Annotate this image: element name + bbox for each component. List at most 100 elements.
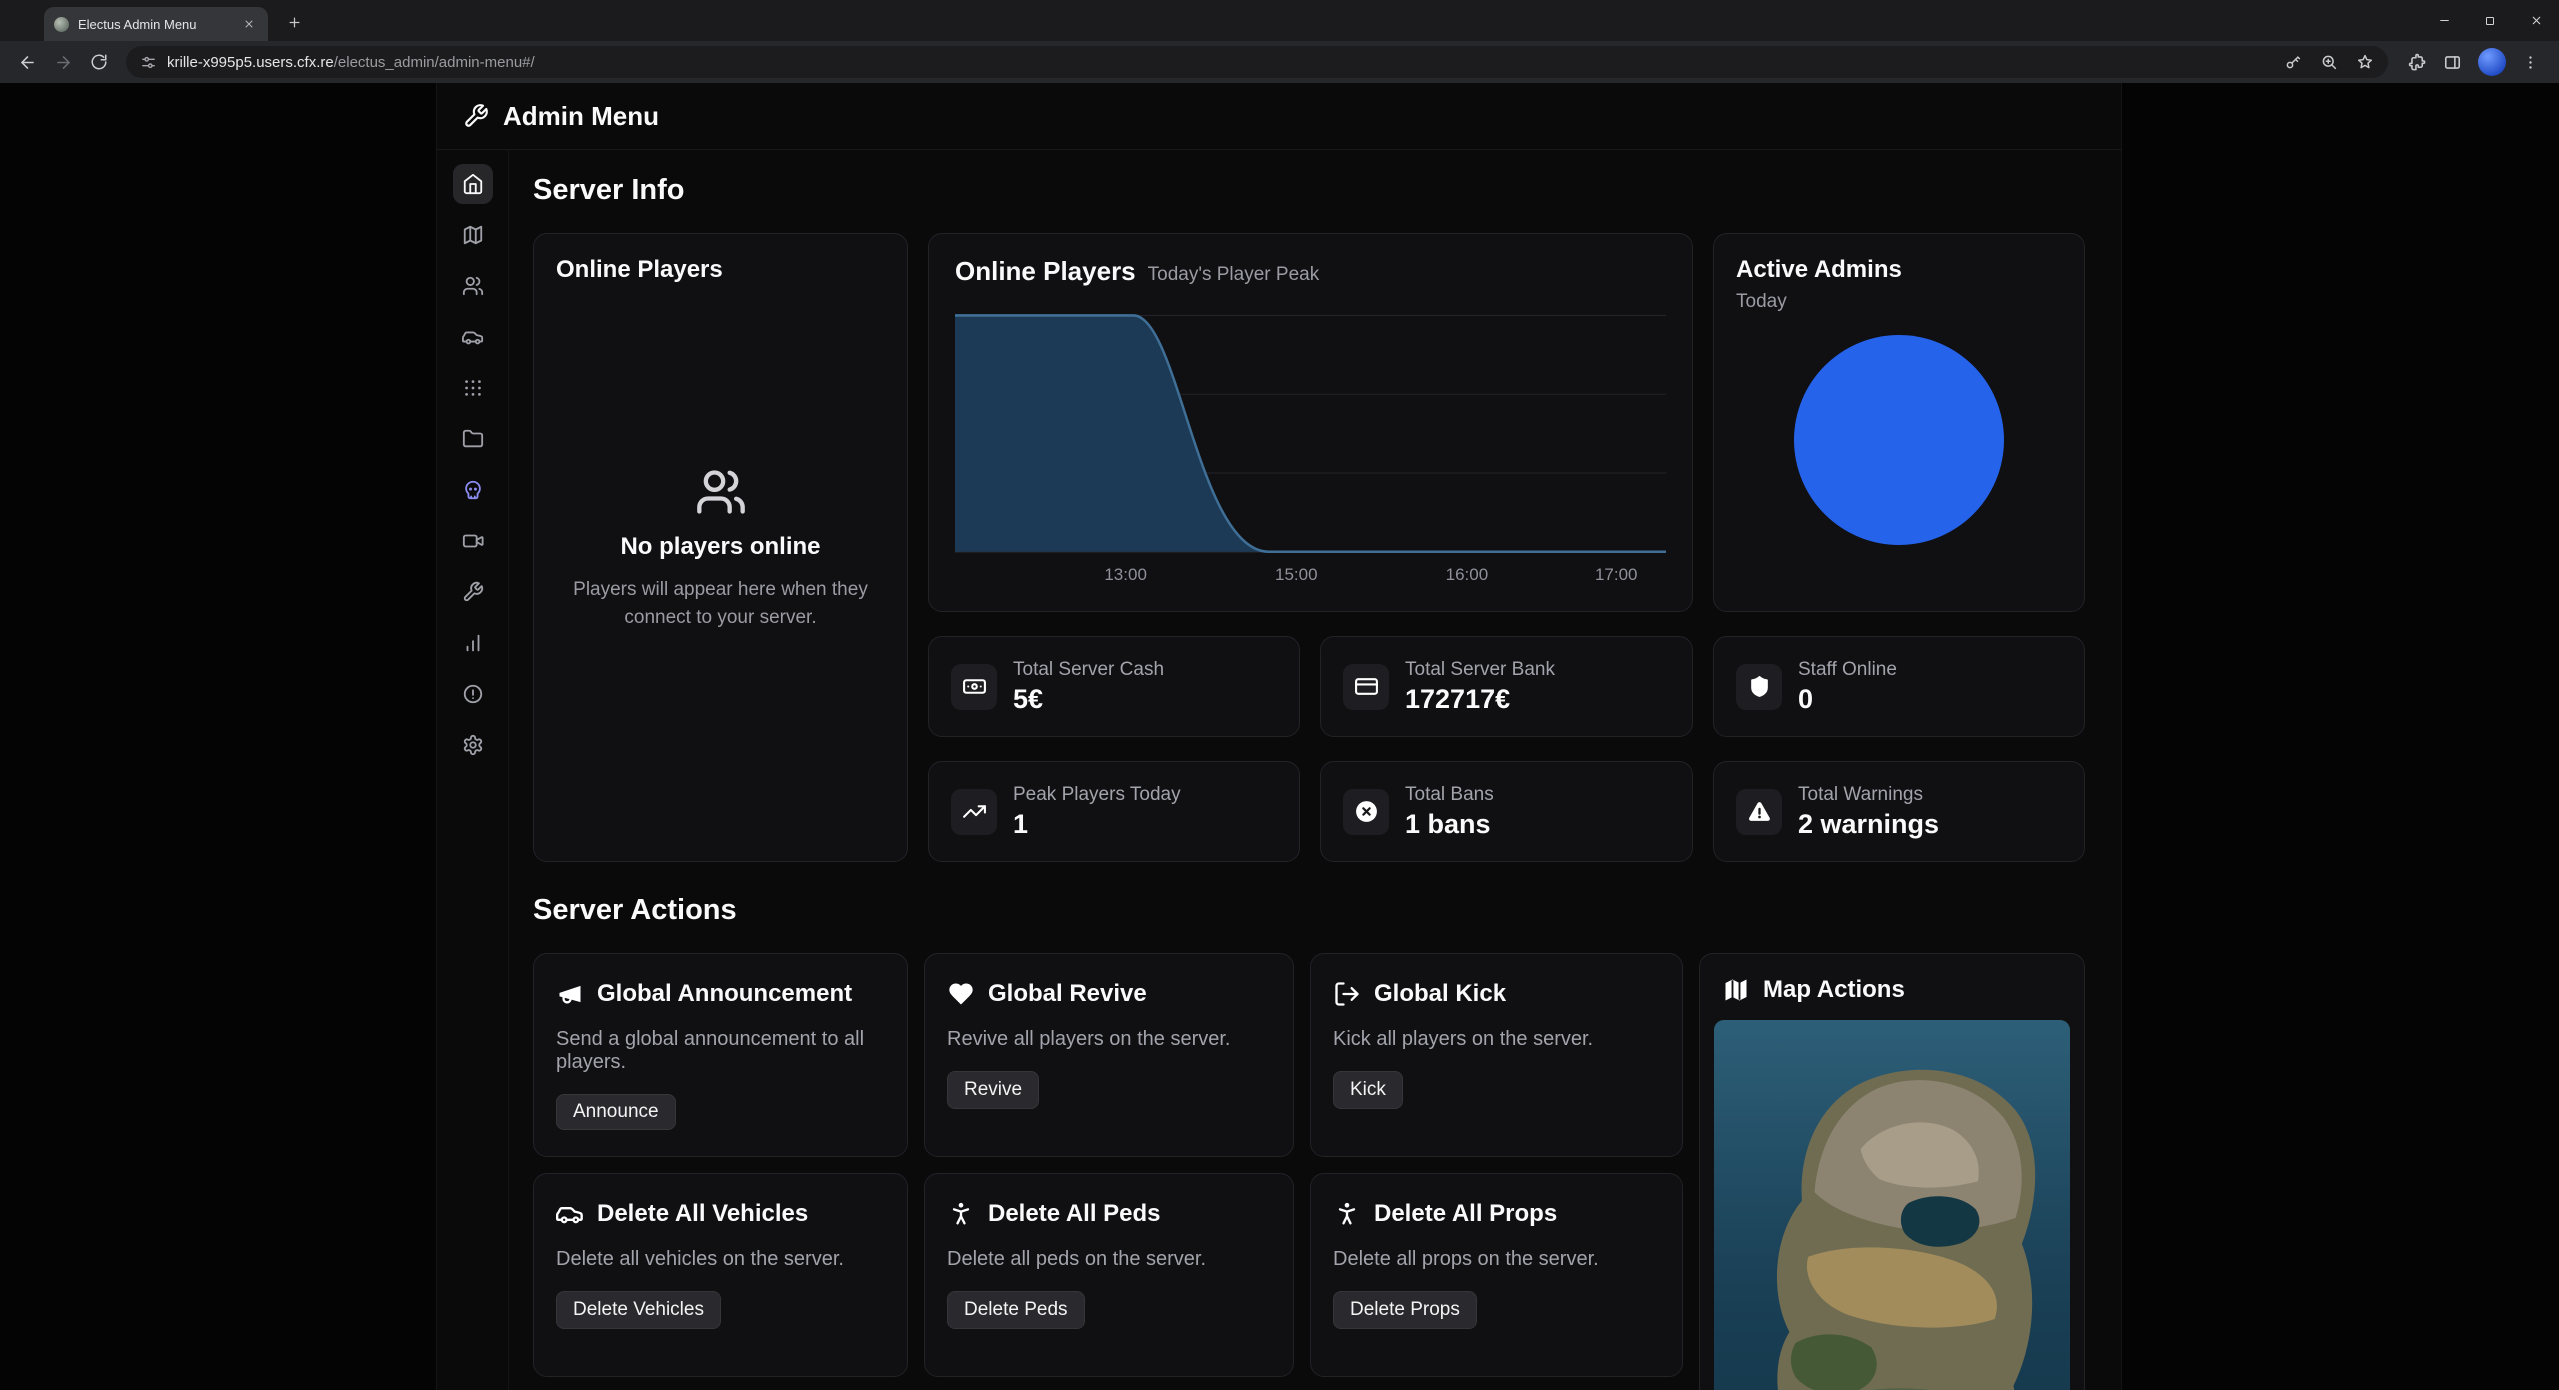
key-icon[interactable] xyxy=(2284,53,2302,71)
tab-favicon-icon xyxy=(54,17,69,32)
x-tick: 15:00 xyxy=(1275,565,1318,585)
profile-avatar[interactable] xyxy=(2478,48,2506,76)
sidebar-camera-button[interactable] xyxy=(453,521,493,561)
sidebar-tools-button[interactable] xyxy=(453,572,493,612)
admin-app: Admin Menu xyxy=(436,83,2122,1390)
person-standing-icon xyxy=(947,1200,975,1228)
delete-props-button[interactable]: Delete Props xyxy=(1333,1291,1477,1329)
map-image[interactable] xyxy=(1714,1020,2070,1390)
server-actions-heading: Server Actions xyxy=(533,894,2085,927)
site-settings-icon[interactable] xyxy=(140,54,157,71)
home-icon xyxy=(462,173,484,195)
action-card-global-announcement: Global Announcement Send a global announ… xyxy=(533,953,908,1157)
action-description: Delete all vehicles on the server. xyxy=(556,1248,844,1271)
page-title: Admin Menu xyxy=(503,101,659,132)
stat-label: Total Warnings xyxy=(1798,784,1939,806)
sidebar-home-button[interactable] xyxy=(453,164,493,204)
forward-icon[interactable] xyxy=(46,45,80,79)
map-icon xyxy=(1722,976,1750,1004)
sidebar-map-button[interactable] xyxy=(453,215,493,255)
empty-state-description: Players will appear here when they conne… xyxy=(571,576,871,631)
sidebar xyxy=(437,150,509,1390)
stat-card-total-server-cash: Total Server Cash 5€ xyxy=(928,636,1300,737)
sidebar-players-button[interactable] xyxy=(453,266,493,306)
car-icon xyxy=(462,326,484,348)
shield-icon xyxy=(1747,674,1772,699)
side-panel-icon[interactable] xyxy=(2443,53,2462,72)
main-content: Server Info Online Players No players on… xyxy=(509,150,2121,1390)
bookmark-star-icon[interactable] xyxy=(2356,53,2374,71)
stat-label: Total Server Bank xyxy=(1405,659,1555,681)
back-icon[interactable] xyxy=(10,45,44,79)
kebab-menu-icon[interactable] xyxy=(2522,54,2539,71)
revive-button[interactable]: Revive xyxy=(947,1071,1039,1109)
stat-value: 1 xyxy=(1013,809,1181,840)
page-background: Admin Menu xyxy=(0,83,2559,1390)
app-body: Server Info Online Players No players on… xyxy=(437,150,2121,1390)
url-domain: krille-x995p5.users.cfx.re xyxy=(167,54,334,71)
window-minimize-button[interactable] xyxy=(2421,0,2467,41)
grid-dots-icon xyxy=(462,377,484,399)
screen: Electus Admin Menu xyxy=(0,0,2559,1390)
area-chart-svg xyxy=(955,303,1666,559)
map-actions-card: Map Actions xyxy=(1699,953,2085,1390)
new-tab-button[interactable] xyxy=(280,8,308,36)
wrench-icon xyxy=(462,581,484,603)
sidebar-files-button[interactable] xyxy=(453,419,493,459)
action-card-global-kick: Global Kick Kick all players on the serv… xyxy=(1310,953,1683,1157)
window-maximize-button[interactable] xyxy=(2467,0,2513,41)
browser-tab[interactable]: Electus Admin Menu xyxy=(44,7,268,41)
reload-icon[interactable] xyxy=(82,45,116,79)
log-out-icon xyxy=(1333,980,1361,1008)
tab-close-icon[interactable] xyxy=(240,15,258,33)
player-peak-chart-card: Online Players Today's Player Peak xyxy=(928,233,1693,612)
server-info-heading: Server Info xyxy=(533,174,2085,207)
sidebar-skull-button[interactable] xyxy=(453,470,493,510)
window-controls xyxy=(2421,0,2559,41)
announce-button[interactable]: Announce xyxy=(556,1094,676,1130)
map-icon xyxy=(462,224,484,246)
map-actions-title: Map Actions xyxy=(1763,976,1905,1004)
sidebar-settings-button[interactable] xyxy=(453,725,493,765)
stat-label: Peak Players Today xyxy=(1013,784,1181,806)
circle-x-icon xyxy=(1354,799,1379,824)
toolbar-right xyxy=(2398,48,2549,76)
window-close-button[interactable] xyxy=(2513,0,2559,41)
action-card-global-revive: Global Revive Revive all players on the … xyxy=(924,953,1294,1157)
triangle-alert-icon xyxy=(1747,799,1772,824)
gear-icon xyxy=(462,734,484,756)
chart-title: Online Players xyxy=(955,256,1136,287)
url-bar[interactable]: krille-x995p5.users.cfx.re/electus_admin… xyxy=(126,46,2388,78)
stat-card-peak-players: Peak Players Today 1 xyxy=(928,761,1300,862)
action-title: Global Announcement xyxy=(597,980,852,1008)
stat-label: Total Server Cash xyxy=(1013,659,1164,681)
chart-header: Online Players Today's Player Peak xyxy=(955,256,1666,287)
action-title: Delete All Peds xyxy=(988,1200,1161,1228)
sidebar-stats-button[interactable] xyxy=(453,623,493,663)
browser-tabstrip: Electus Admin Menu xyxy=(0,0,2559,41)
tab-title: Electus Admin Menu xyxy=(78,17,231,32)
delete-peds-button[interactable]: Delete Peds xyxy=(947,1291,1085,1329)
delete-vehicles-button[interactable]: Delete Vehicles xyxy=(556,1291,721,1329)
sidebar-grid-button[interactable] xyxy=(453,368,493,408)
action-description: Delete all props on the server. xyxy=(1333,1248,1599,1271)
users-icon xyxy=(695,466,747,518)
folder-icon xyxy=(462,428,484,450)
sidebar-reports-button[interactable] xyxy=(453,674,493,714)
sidebar-vehicles-button[interactable] xyxy=(453,317,493,357)
stat-value: 172717€ xyxy=(1405,684,1555,715)
admins-pie-chart xyxy=(1794,335,2004,545)
kick-button[interactable]: Kick xyxy=(1333,1071,1403,1109)
action-title: Global Revive xyxy=(988,980,1147,1008)
x-tick: 16:00 xyxy=(1446,565,1489,585)
stat-label: Staff Online xyxy=(1798,659,1897,681)
active-admins-title: Active Admins xyxy=(1736,256,2062,284)
extensions-icon[interactable] xyxy=(2408,53,2427,72)
zoom-icon[interactable] xyxy=(2320,53,2338,71)
active-admins-card: Active Admins Today xyxy=(1713,233,2085,612)
stat-card-total-warnings: Total Warnings 2 warnings xyxy=(1713,761,2085,862)
trending-up-icon xyxy=(962,799,987,824)
person-standing-icon xyxy=(1333,1200,1361,1228)
x-axis-ticks: 13:00 15:00 16:00 17:00 xyxy=(955,565,1666,587)
action-description: Kick all players on the server. xyxy=(1333,1028,1593,1051)
